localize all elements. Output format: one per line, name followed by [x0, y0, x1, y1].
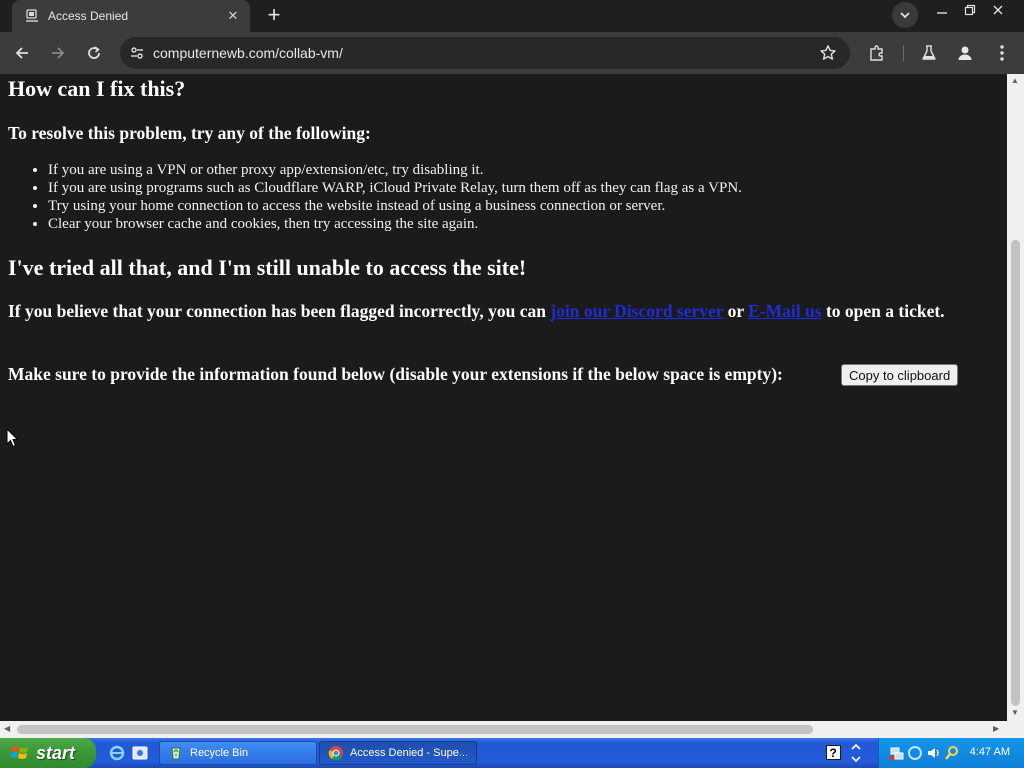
address-bar[interactable]: computernewb.com/collab-vm/	[120, 37, 850, 69]
tab-access-denied[interactable]: Access Denied ✕	[12, 0, 250, 32]
list-item: If you are using a VPN or other proxy ap…	[48, 161, 742, 179]
tab-title: Access Denied	[48, 9, 129, 23]
show-desktop-icon[interactable]	[131, 744, 149, 762]
start-button[interactable]: start	[0, 738, 96, 768]
info-instruction: Make sure to provide the information fou…	[8, 364, 783, 384]
flagged-paragraph: If you believe that your connection has …	[8, 300, 983, 322]
task-recycle-bin[interactable]: Recycle Bin	[159, 741, 317, 765]
network-icon[interactable]	[889, 745, 905, 761]
minimize-button[interactable]	[928, 0, 956, 20]
tab-search-button[interactable]	[892, 2, 918, 28]
tab-close-icon[interactable]: ✕	[224, 7, 242, 25]
horizontal-scroll-thumb[interactable]	[17, 725, 813, 734]
url-text: computernewb.com/collab-vm/	[153, 45, 343, 61]
scroll-up-icon[interactable]: ▲	[1011, 76, 1019, 85]
chevron-down-icon	[900, 12, 910, 19]
clock: 4:47 AM	[969, 746, 1010, 758]
flagged-text-pre: If you believe that your connection has …	[8, 301, 546, 321]
page-viewport: How can I fix this? To resolve this prob…	[0, 74, 1007, 721]
vertical-scroll-thumb[interactable]	[1011, 240, 1020, 706]
site-info-icon[interactable]	[126, 42, 148, 64]
menu-button[interactable]	[989, 40, 1015, 66]
more-vertical-icon	[1000, 45, 1004, 61]
restore-button[interactable]	[956, 0, 984, 20]
task-access-denied[interactable]: Access Denied - Supe...	[319, 741, 477, 765]
puzzle-icon	[870, 45, 883, 61]
list-item: Try using your home connection to access…	[48, 197, 742, 215]
new-tab-button[interactable]: +	[262, 4, 286, 28]
reload-icon	[88, 46, 100, 59]
flagged-text-post: to open a ticket.	[825, 301, 945, 321]
extensions-button[interactable]	[864, 40, 890, 66]
help-icon[interactable]: ?	[826, 745, 841, 760]
svg-text:?: ?	[830, 746, 837, 760]
scroll-right-icon[interactable]: ▶	[993, 724, 999, 733]
heading-how-to-fix: How can I fix this?	[8, 76, 186, 101]
list-item: If you are using programs such as Cloudf…	[48, 179, 742, 197]
search-icon[interactable]	[944, 745, 960, 761]
windows-logo-icon	[10, 746, 28, 759]
recycle-bin-icon	[171, 747, 181, 760]
flask-icon	[922, 45, 936, 60]
task-label: Recycle Bin	[190, 747, 249, 759]
discord-link[interactable]: join our Discord server	[550, 301, 723, 321]
copy-to-clipboard-button[interactable]: Copy to clipboard	[841, 364, 959, 386]
scroll-down-icon[interactable]: ▼	[1011, 708, 1019, 717]
toolbar-divider	[903, 45, 904, 61]
flagged-text-mid: or	[727, 301, 744, 321]
person-icon	[958, 46, 972, 60]
email-link[interactable]: E-Mail us	[748, 301, 821, 321]
mouse-cursor-icon	[6, 428, 19, 448]
heading-resolve: To resolve this problem, try any of the …	[8, 123, 371, 143]
chrome-icon	[328, 746, 343, 761]
horizontal-scrollbar[interactable]: ◀ ▶	[0, 721, 1007, 738]
back-button[interactable]	[9, 40, 35, 66]
close-icon	[993, 5, 1003, 15]
volume-icon[interactable]	[926, 745, 942, 761]
vertical-scrollbar[interactable]: ▲ ▼	[1007, 74, 1024, 721]
forward-button[interactable]	[45, 40, 71, 66]
forward-arrow-icon	[52, 47, 65, 59]
windows-taskbar: start Recycle Bin Access Denied - Supe..…	[0, 738, 1024, 768]
tab-strip: Access Denied ✕ +	[0, 0, 1024, 32]
fix-list: If you are using a VPN or other proxy ap…	[48, 161, 742, 233]
internet-explorer-icon[interactable]	[108, 744, 126, 762]
scroll-left-icon[interactable]: ◀	[4, 724, 10, 733]
start-label: start	[36, 742, 76, 763]
window-controls	[928, 0, 1012, 20]
task-label: Access Denied - Supe...	[350, 747, 469, 759]
back-arrow-icon	[15, 47, 28, 59]
list-item: Clear your browser cache and cookies, th…	[48, 215, 742, 233]
scroll-corner	[1007, 721, 1024, 738]
minimize-icon	[937, 12, 947, 14]
profile-button[interactable]	[952, 40, 978, 66]
system-tray: 4:47 AM	[878, 738, 1024, 768]
labs-button[interactable]	[916, 40, 942, 66]
heading-still-unable: I've tried all that, and I'm still unabl…	[8, 255, 527, 280]
security-icon[interactable]	[907, 745, 923, 761]
reload-button[interactable]	[81, 40, 107, 66]
close-window-button[interactable]	[984, 0, 1012, 20]
bookmark-star-icon[interactable]	[818, 43, 838, 63]
site-favicon-icon	[24, 8, 40, 24]
expand-tray-icon[interactable]	[850, 744, 862, 762]
restore-icon	[964, 4, 976, 16]
